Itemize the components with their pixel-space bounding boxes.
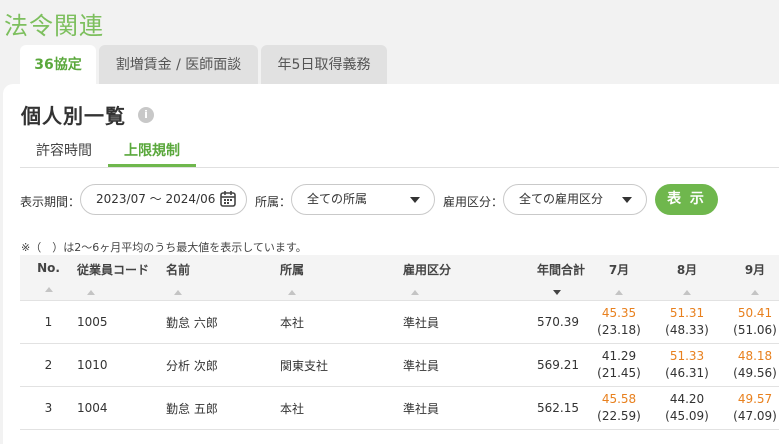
table-row[interactable]: 2 1010 分析 次郎 関東支社 準社員 569.21 41.29 (21.45… bbox=[20, 343, 779, 387]
col-annual-total[interactable]: 年間合計 bbox=[509, 255, 585, 301]
col-july[interactable]: 7月 bbox=[585, 255, 653, 301]
employment-type-label: 雇用区分： bbox=[443, 195, 504, 209]
tab-bar: 36協定 割増賃金 / 医師面談 年5日取得義務 bbox=[20, 45, 387, 84]
chevron-down-icon bbox=[410, 197, 420, 203]
col-dept[interactable]: 所属 bbox=[280, 255, 403, 301]
tab-annual-leave[interactable]: 年5日取得義務 bbox=[261, 45, 387, 84]
col-september[interactable]: 9月 bbox=[721, 255, 779, 301]
period-label: 表示期間： bbox=[20, 195, 81, 209]
employee-table: No. 従業員コード 名前 所属 雇用区分 年間合計 7月 8月 9月 1 10… bbox=[20, 255, 779, 430]
show-button[interactable]: 表 示 bbox=[655, 184, 718, 215]
sort-asc-icon bbox=[288, 290, 296, 295]
subtab-bar: 許容時間 上限規制 bbox=[20, 136, 779, 168]
employment-type-select[interactable]: 全ての雇用区分 bbox=[503, 184, 647, 215]
sort-asc-icon bbox=[683, 290, 691, 295]
content-card: 個人別一覧 i 許容時間 上限規制 表示期間： 2023/07 〜 2024/0… bbox=[3, 84, 779, 444]
section-title: 個人別一覧 bbox=[21, 104, 126, 128]
subtab-upper-limit[interactable]: 上限規制 bbox=[108, 136, 196, 167]
tab-36-agreement[interactable]: 36協定 bbox=[20, 45, 96, 84]
sort-asc-icon bbox=[174, 290, 182, 295]
tab-overtime-pay[interactable]: 割増賃金 / 医師面談 bbox=[99, 45, 258, 84]
sort-asc-icon bbox=[615, 290, 623, 295]
dept-select[interactable]: 全ての所属 bbox=[291, 184, 435, 215]
info-icon[interactable]: i bbox=[138, 107, 154, 123]
dept-label: 所属： bbox=[255, 195, 292, 209]
employment-type-value: 全ての雇用区分 bbox=[519, 192, 604, 206]
chevron-down-icon bbox=[622, 197, 632, 203]
col-employee-code[interactable]: 従業員コード bbox=[77, 255, 166, 301]
table-header-row: No. 従業員コード 名前 所属 雇用区分 年間合計 7月 8月 9月 bbox=[20, 255, 779, 301]
subtab-allowed-hours[interactable]: 許容時間 bbox=[20, 136, 108, 167]
page-title: 法令関連 bbox=[4, 12, 104, 40]
sort-asc-icon bbox=[411, 290, 419, 295]
sort-desc-icon bbox=[553, 290, 561, 295]
table-row[interactable]: 3 1004 勤怠 五郎 本社 準社員 562.15 45.58 (22.59) … bbox=[20, 386, 779, 430]
dept-value: 全ての所属 bbox=[307, 192, 368, 206]
table-note: ※（ ）は2〜6ヶ月平均のうち最大値を表示しています。 bbox=[21, 241, 307, 254]
sort-asc-icon bbox=[44, 287, 53, 292]
sort-asc-icon bbox=[751, 290, 759, 295]
col-no[interactable]: No. bbox=[20, 255, 77, 301]
col-employment-type[interactable]: 雇用区分 bbox=[403, 255, 509, 301]
period-value: 2023/07 〜 2024/06 bbox=[96, 192, 216, 206]
table-row[interactable]: 1 1005 勤怠 六郎 本社 準社員 570.39 45.35 (23.18) … bbox=[20, 300, 779, 344]
sort-asc-icon bbox=[87, 290, 95, 295]
col-august[interactable]: 8月 bbox=[653, 255, 721, 301]
period-picker[interactable]: 2023/07 〜 2024/06 bbox=[80, 184, 247, 215]
calendar-icon[interactable] bbox=[219, 190, 237, 208]
col-name[interactable]: 名前 bbox=[166, 255, 280, 301]
